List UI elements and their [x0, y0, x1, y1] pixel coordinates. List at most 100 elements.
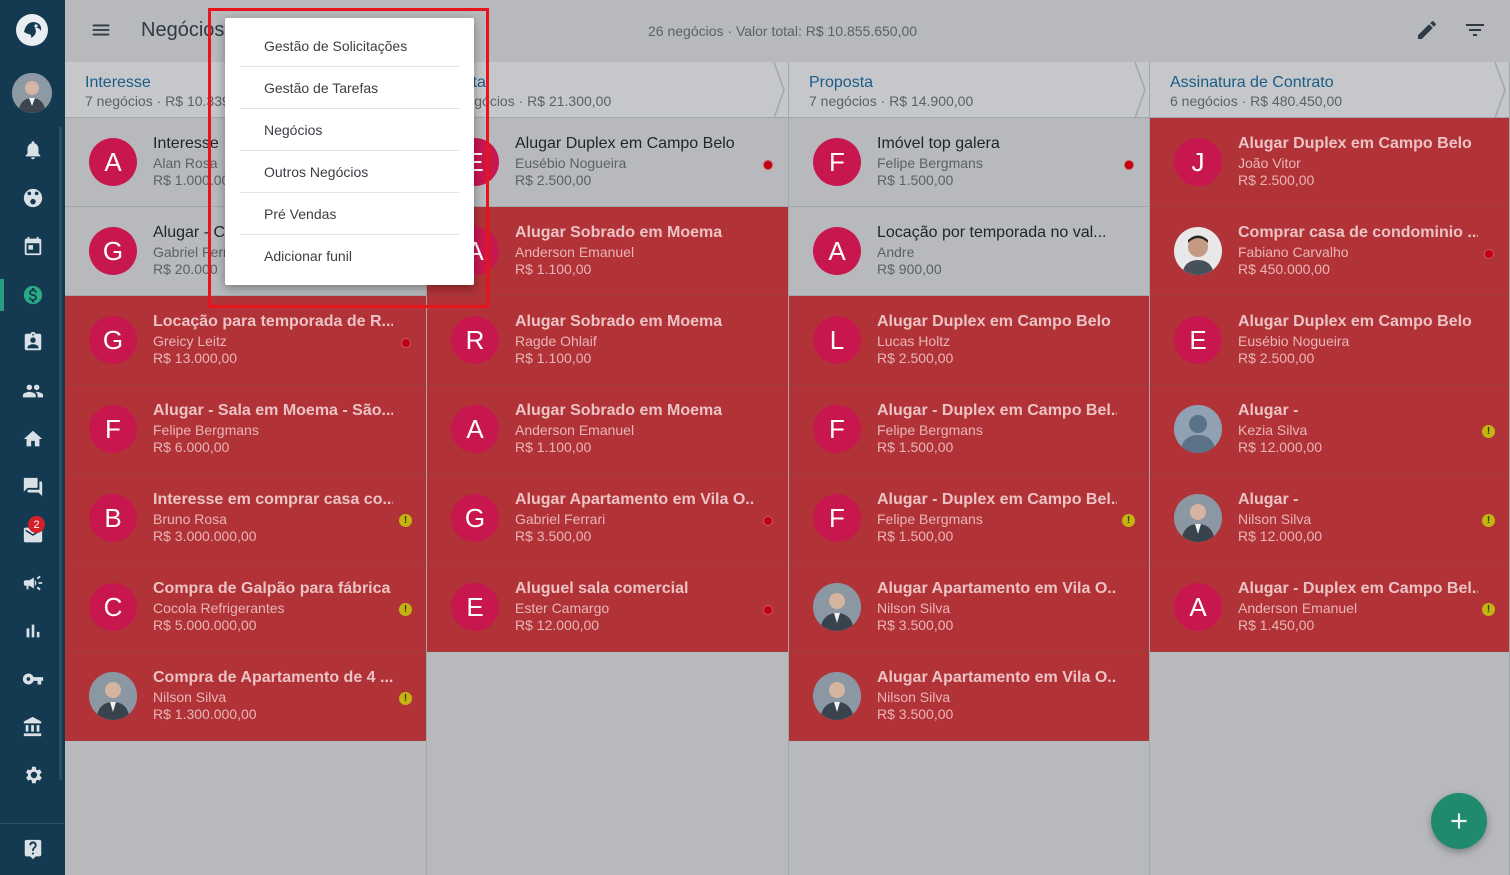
deal-card[interactable]: F Alugar - Duplex em Campo Bel... Felipe B…	[789, 385, 1149, 474]
deal-card[interactable]: R Alugar Sobrado em Moema Ragde Ohlaif R$ 1…	[427, 296, 788, 385]
contact-name: Ester Camargo	[515, 600, 610, 616]
settings-icon[interactable]	[0, 755, 65, 795]
deal-card[interactable]: Compra de Apartamento de 4 ... Nilson Sil…	[65, 652, 426, 741]
deal-value: R$ 3.500,00	[877, 706, 954, 722]
contact-name: Cocola Refrigerantes	[153, 600, 285, 616]
key-icon[interactable]	[0, 659, 65, 699]
warning-icon: !	[1482, 603, 1495, 616]
deal-card[interactable]: L Alugar Duplex em Campo Belo Lucas Holtz R…	[789, 296, 1149, 385]
contact-name: Kezia Silva	[1238, 422, 1308, 438]
deal-title: Comprar casa de condominio ...	[1238, 224, 1478, 241]
deal-value: R$ 3.500,00	[877, 617, 954, 633]
contact-name: Nilson Silva	[877, 600, 951, 616]
deal-card[interactable]: G Alugar Apartamento em Vila O... Gabriel …	[427, 474, 788, 563]
deal-card[interactable]: Alugar - Nilson Silva R$ 12.000,00!	[1150, 474, 1509, 563]
deal-card[interactable]: Alugar Apartamento em Vila O... Nilson Si…	[789, 652, 1149, 741]
contact-avatar: A	[89, 138, 137, 186]
deal-title: Alugar -	[1238, 491, 1299, 508]
contact-avatar-photo	[89, 672, 137, 720]
deal-value: R$ 900,00	[877, 261, 942, 277]
deal-card[interactable]: F Alugar - Sala em Moema - São... Felipe B…	[65, 385, 426, 474]
deal-title: Alugar Sobrado em Moema	[515, 313, 723, 330]
deal-title: Alugar -	[1238, 402, 1299, 419]
overdue-dot-icon	[763, 516, 773, 526]
deal-value: R$ 12.000,00	[1238, 439, 1323, 455]
deal-value: R$ 2.500,00	[877, 350, 954, 366]
deal-value: R$ 1.450,00	[1238, 617, 1315, 633]
deal-title: Alugar Sobrado em Moema	[515, 224, 723, 241]
contacts-card-icon[interactable]	[0, 322, 65, 362]
help-icon[interactable]	[0, 829, 65, 869]
mail-badge: 2	[28, 516, 45, 533]
contact-name: Anderson Emanuel	[515, 422, 635, 438]
deal-value: R$ 450.000,00	[1238, 261, 1330, 277]
deal-title: Interesse em comprar casa co...	[153, 491, 393, 508]
column-title: Assinatura de Contrato	[1170, 74, 1334, 91]
notifications-icon[interactable]	[0, 130, 65, 170]
contact-avatar: E	[1174, 316, 1222, 364]
contact-name: Gabriel Ferrari	[515, 511, 606, 527]
deal-card[interactable]: A Alugar Sobrado em Moema Anderson Emanuel…	[427, 385, 788, 474]
add-deal-button[interactable]	[1431, 793, 1487, 849]
column-summary: 6 negócios · R$ 480.450,00	[1170, 93, 1343, 109]
deal-title: Alugar Duplex em Campo Belo	[515, 135, 735, 152]
deal-card[interactable]: Alugar Apartamento em Vila O... Nilson Si…	[789, 563, 1149, 652]
deal-card[interactable]: Comprar casa de condominio ... Fabiano Ca…	[1150, 207, 1509, 296]
deal-value: R$ 2.500,00	[1238, 350, 1315, 366]
deal-card[interactable]: E Alugar Duplex em Campo Belo Eusébio Nogu…	[1150, 296, 1509, 385]
deal-card[interactable]: A Alugar - Duplex em Campo Bel... Anderson…	[1150, 563, 1509, 652]
reports-icon[interactable]	[0, 611, 65, 651]
contact-name: Felipe Bergmans	[877, 422, 983, 438]
column-header[interactable]: Proposta 7 negócios · R$ 14.900,00	[789, 62, 1149, 118]
deal-card[interactable]: A Locação por temporada no val... Andre R$ …	[789, 207, 1149, 296]
filter-icon[interactable]	[1463, 18, 1487, 42]
deal-card[interactable]: C Compra de Galpão para fábrica Cocola Ref…	[65, 563, 426, 652]
hamburger-menu-icon[interactable]	[90, 19, 112, 41]
contact-name: Nilson Silva	[153, 689, 227, 705]
mail-icon[interactable]: 2	[0, 515, 65, 555]
deal-card[interactable]: F Alugar - Duplex em Campo Bel... Felipe B…	[789, 474, 1149, 563]
deal-title: Alugar Duplex em Campo Belo	[877, 313, 1111, 330]
user-avatar[interactable]	[12, 73, 52, 113]
deal-card[interactable]: Alugar - Kezia Silva R$ 12.000,00!	[1150, 385, 1509, 474]
deals-icon[interactable]	[0, 275, 65, 315]
people-icon[interactable]	[0, 371, 65, 411]
contact-avatar-photo	[813, 672, 861, 720]
contact-name: Anderson Emanuel	[515, 244, 635, 260]
bank-icon[interactable]	[0, 707, 65, 747]
deal-card[interactable]: J Alugar Duplex em Campo Belo João Vitor R$…	[1150, 118, 1509, 207]
deal-card[interactable]: B Interesse em comprar casa co... Bruno Ro…	[65, 474, 426, 563]
deal-value: R$ 13.000,00	[153, 350, 238, 366]
contact-name: Felipe Bergmans	[153, 422, 259, 438]
contact-avatar: C	[89, 583, 137, 631]
plus-icon	[1451, 813, 1467, 829]
calendar-icon[interactable]	[0, 226, 65, 266]
deal-card[interactable]: G Locação para temporada de R... Greicy Le…	[65, 296, 426, 385]
deal-card[interactable]: E Aluguel sala comercial Ester Camargo R$ 1…	[427, 563, 788, 652]
contact-avatar-photo	[1174, 405, 1222, 453]
contact-name: Bruno Rosa	[153, 511, 227, 527]
dashboard-icon[interactable]	[0, 178, 65, 218]
deal-value: R$ 12.000,00	[1238, 528, 1323, 544]
warning-icon: !	[399, 514, 412, 527]
pipeline-column: Proposta 7 negócios · R$ 14.900,00 F Imóvel…	[789, 62, 1150, 875]
deal-value: R$ 5.000.000,00	[153, 617, 257, 633]
home-icon[interactable]	[0, 419, 65, 459]
edit-pencil-icon[interactable]	[1415, 18, 1439, 42]
deal-title: Imóvel top galera	[877, 135, 1000, 152]
deal-card[interactable]: F Imóvel top galera Felipe Bergmans R$ 1.50…	[789, 118, 1149, 207]
contact-avatar: L	[813, 316, 861, 364]
megaphone-icon[interactable]	[0, 563, 65, 603]
column-header[interactable]: Assinatura de Contrato 6 negócios · R$ 48…	[1150, 62, 1509, 118]
sidebar: 2	[0, 0, 65, 875]
sidebar-scrollbar[interactable]	[59, 126, 62, 780]
deal-value: R$ 1.500,00	[877, 439, 954, 455]
deal-title: Aluguel sala comercial	[515, 580, 689, 597]
deal-title: Locação para temporada de R...	[153, 313, 393, 330]
app-logo-icon[interactable]	[14, 12, 50, 48]
chat-icon[interactable]	[0, 467, 65, 507]
deal-value: R$ 1.500,00	[877, 528, 954, 544]
deal-value: R$ 1.100,00	[515, 439, 592, 455]
contact-avatar: E	[451, 583, 499, 631]
contact-avatar: A	[1174, 583, 1222, 631]
